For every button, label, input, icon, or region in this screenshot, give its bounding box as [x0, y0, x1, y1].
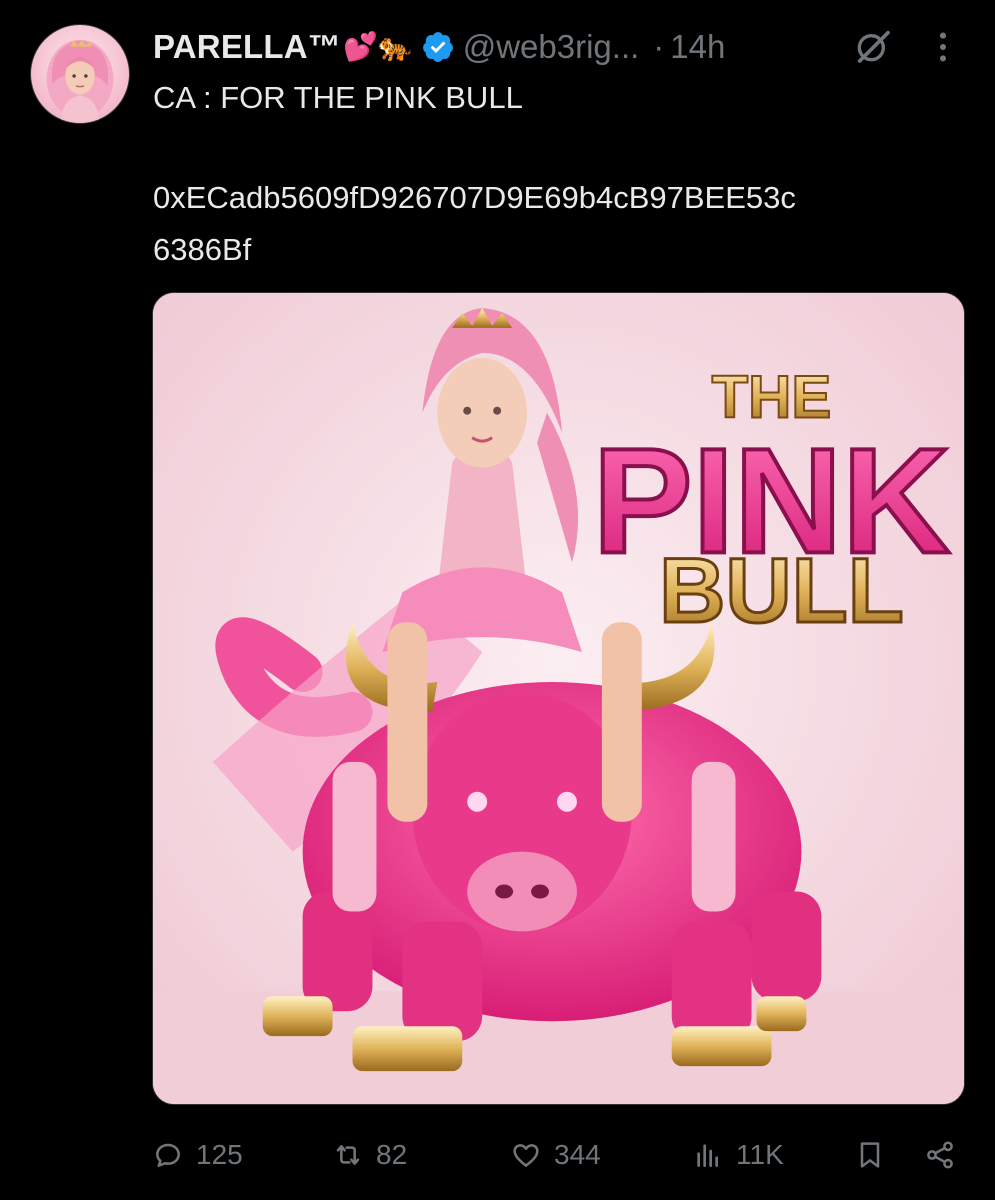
reply-count: 125 — [196, 1139, 243, 1170]
share-icon — [927, 1141, 953, 1169]
grok-icon[interactable] — [853, 26, 893, 66]
reply-icon — [156, 1143, 180, 1167]
tweet-text-line: CA : FOR THE PINK BULL — [153, 80, 523, 115]
share-button[interactable] — [924, 1132, 956, 1178]
like-button[interactable]: 344 — [510, 1132, 601, 1178]
repost-count: 82 — [376, 1139, 408, 1170]
repost-icon — [336, 1145, 360, 1165]
repost-button[interactable]: 82 — [332, 1132, 407, 1178]
avatar[interactable] — [30, 24, 130, 124]
contract-address-line-1: 0xECadb5609fD926707D9E69b4cB97BEE53c — [153, 180, 796, 215]
reply-button[interactable]: 125 — [152, 1132, 243, 1178]
display-name[interactable]: PARELLA™ — [153, 28, 341, 66]
name-emojis: 💕🐅 — [342, 31, 413, 62]
views-button[interactable]: 11K — [692, 1132, 784, 1178]
bookmark-icon — [860, 1142, 880, 1168]
views-count: 11K — [736, 1139, 784, 1170]
tweet-media-image[interactable]: THE PINK BULL — [152, 292, 965, 1105]
heart-icon — [513, 1144, 539, 1167]
logo-bull: BULL — [659, 540, 904, 642]
more-options-icon[interactable] — [928, 28, 958, 66]
contract-address-line-2: 6386Bf — [153, 232, 252, 267]
tweet-header: PARELLA™ 💕🐅 @web3rig... · 14h — [153, 24, 965, 70]
separator-dot: · — [653, 28, 665, 65]
like-count: 344 — [554, 1139, 601, 1170]
tweet[interactable]: PARELLA™ 💕🐅 @web3rig... · 14h CA : FOR T… — [0, 0, 995, 1200]
verified-badge-icon[interactable] — [421, 30, 455, 64]
timestamp[interactable]: 14h — [670, 28, 725, 66]
action-bar: 125 82 344 11K — [152, 1132, 965, 1178]
handle[interactable]: @web3rig... — [463, 28, 640, 66]
views-chart-icon — [697, 1144, 718, 1167]
bookmark-button[interactable] — [854, 1132, 886, 1178]
